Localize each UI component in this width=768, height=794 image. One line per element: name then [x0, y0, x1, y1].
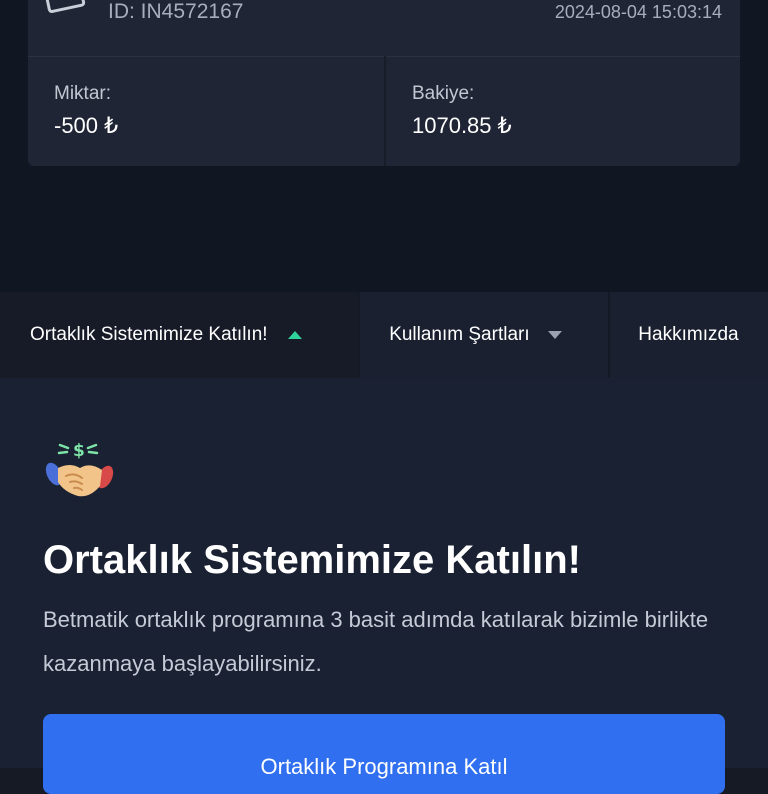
handshake-money-icon: $	[45, 441, 114, 497]
tab-terms-label: Kullanım Şartları	[389, 324, 530, 345]
tab-terms[interactable]: Kullanım Şartları	[360, 292, 611, 378]
amount-value: -500 ₺	[54, 113, 119, 138]
balance-value: 1070.85 ₺	[412, 113, 512, 138]
info-tabs: Ortaklık Sistemimize Katılın! Kullanım Ş…	[0, 292, 768, 378]
tab-affiliate-label: Ortaklık Sistemimize Katılın!	[30, 324, 268, 345]
tab-affiliate[interactable]: Ortaklık Sistemimize Katılın!	[0, 292, 361, 378]
transaction-datetime: 2024-08-04 15:03:14	[554, 2, 722, 22]
tab-about-label: Hakkımızda	[638, 324, 739, 345]
chevron-down-icon	[547, 331, 562, 339]
amount-label: Miktar:	[54, 83, 111, 104]
chevron-up-icon	[287, 331, 302, 339]
transaction-id: ID: IN4572167	[108, 0, 244, 23]
tab-about[interactable]: Hakkımızda	[610, 292, 768, 378]
stat-divider	[384, 56, 386, 166]
affiliate-description: Betmatik ortaklık programına 3 basit adı…	[43, 607, 709, 676]
svg-text:$: $	[73, 441, 85, 461]
balance-label: Bakiye:	[412, 83, 475, 104]
join-affiliate-button[interactable]: Ortaklık Programına Katıl	[43, 714, 725, 794]
affiliate-title: Ortaklık Sistemimize Katılın!	[43, 538, 581, 582]
